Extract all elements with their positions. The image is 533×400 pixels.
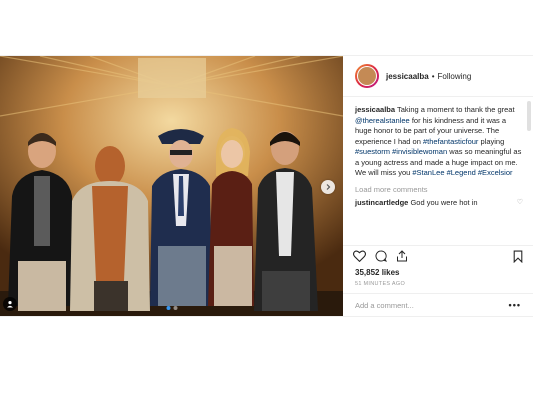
share-icon[interactable]	[396, 250, 408, 262]
comment-icon[interactable]	[375, 250, 387, 262]
comments-scrollbar[interactable]	[527, 101, 531, 131]
heart-icon[interactable]	[353, 250, 366, 262]
hashtag-link[interactable]: #StanLee	[412, 168, 444, 177]
hashtag-link[interactable]: #invisiblewoman	[392, 147, 447, 156]
action-bar	[343, 245, 533, 266]
likes-count[interactable]: 35,852 likes	[343, 266, 533, 277]
user-tag-icon[interactable]	[3, 297, 17, 311]
comment-text: God you were hot in	[408, 197, 478, 207]
header-separator: •	[431, 71, 435, 81]
share-glyph	[397, 250, 407, 262]
chevron-right-icon	[326, 184, 331, 190]
bookmark-icon[interactable]	[513, 250, 523, 263]
carousel-dot	[173, 306, 177, 310]
caption-text: Taking a moment to thank the great	[395, 105, 515, 114]
mention-link[interactable]: @therealstanlee	[355, 116, 410, 125]
add-comment-row: Add a comment... •••	[343, 293, 533, 316]
hashtag-link[interactable]: #Legend	[447, 168, 476, 177]
comment-username[interactable]: justincartledge	[355, 198, 408, 207]
post-header: jessicaalba • Following	[343, 56, 533, 97]
avatar-image	[358, 67, 376, 85]
small-heart-icon[interactable]: ♡	[517, 198, 523, 209]
instagram-post: jessicaalba • Following jessicaalba Taki…	[0, 55, 533, 317]
caption-username[interactable]: jessicaalba	[355, 105, 395, 114]
avatar[interactable]	[355, 64, 379, 88]
comment-glyph	[375, 250, 387, 262]
next-slide-button[interactable]	[321, 180, 335, 194]
add-comment-input[interactable]: Add a comment...	[355, 301, 509, 310]
person-glyph	[7, 301, 13, 308]
hashtag-link[interactable]: #thefantasticfour	[423, 137, 478, 146]
caption-text: playing	[478, 136, 505, 146]
load-more-comments[interactable]: Load more comments	[355, 185, 523, 194]
post-caption: jessicaalba Taking a moment to thank the…	[355, 105, 523, 179]
post-timestamp: 51 MINUTES AGO	[355, 281, 406, 287]
post-photo[interactable]	[0, 56, 343, 316]
hashtag-link[interactable]: #suestorm	[355, 147, 390, 156]
header-username[interactable]: jessicaalba	[386, 72, 429, 81]
bookmark-glyph	[513, 250, 523, 263]
carousel-dot-active	[166, 306, 170, 310]
comment-body: justincartledge God you were hot in	[355, 198, 478, 209]
hashtag-link[interactable]: #Excelsior	[478, 168, 513, 177]
following-button[interactable]: Following	[438, 72, 472, 81]
more-options-icon[interactable]: •••	[509, 300, 521, 310]
carousel-indicator	[166, 306, 177, 310]
heart-glyph	[353, 250, 366, 262]
post-sidebar: jessicaalba • Following jessicaalba Taki…	[343, 56, 533, 316]
group-photo-illustration	[0, 56, 343, 316]
comments-area: jessicaalba Taking a moment to thank the…	[343, 97, 533, 245]
comment-item: justincartledge God you were hot in ♡	[355, 198, 523, 209]
avatar-ring	[357, 66, 377, 86]
